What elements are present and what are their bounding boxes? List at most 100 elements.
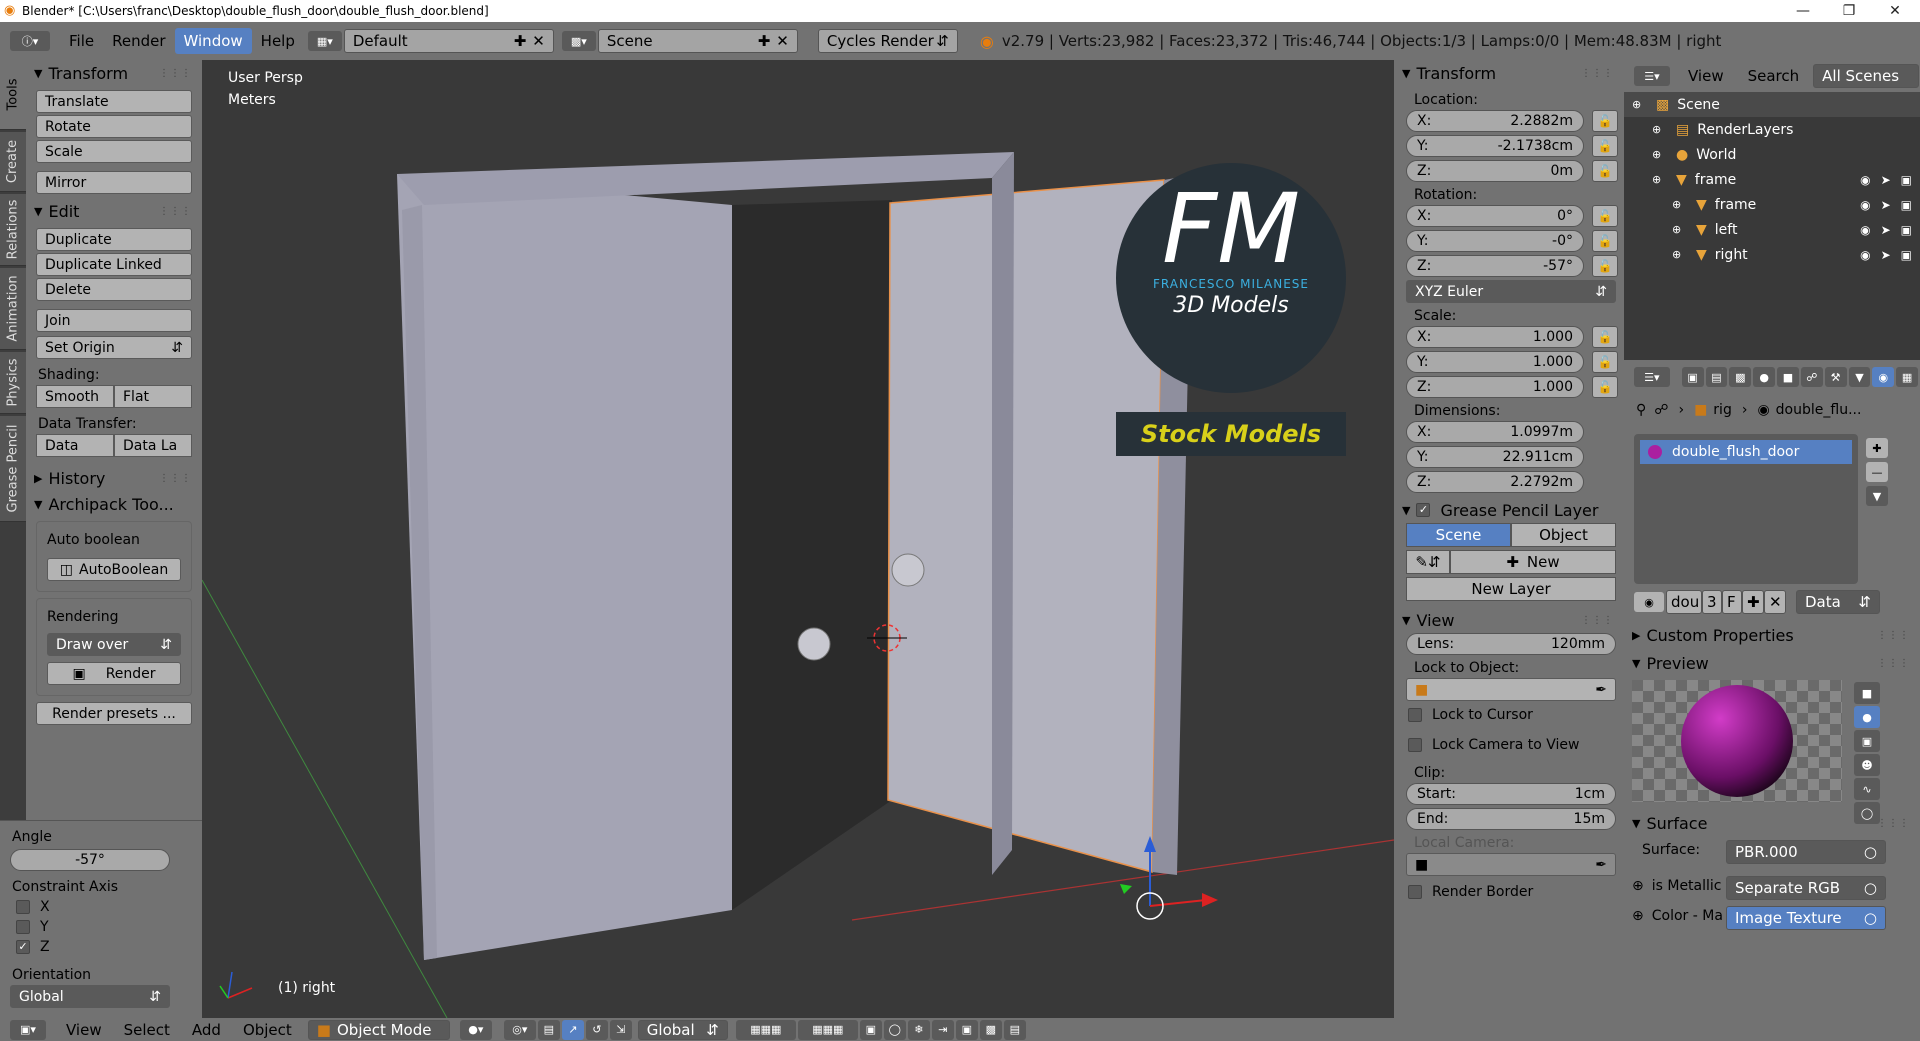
grip-icon[interactable]: ⋮⋮⋮	[1877, 658, 1910, 669]
location-y-field[interactable]: Y: -2.1738cm	[1406, 135, 1584, 157]
world-tab-icon[interactable]: ●	[1753, 367, 1776, 387]
grip-icon[interactable]: ⋮⋮⋮	[159, 206, 192, 217]
grip-icon[interactable]: ⋮⋮⋮	[1877, 630, 1910, 641]
grip-icon[interactable]: ⋮⋮⋮	[159, 68, 192, 79]
gp-scene-toggle[interactable]: Scene	[1406, 523, 1511, 547]
selectable-cursor-icon[interactable]: ➤	[1881, 248, 1891, 262]
outliner-item[interactable]: ⊕ ● World	[1624, 142, 1920, 167]
dimension-z-field[interactable]: Z: 2.2792m	[1406, 471, 1584, 493]
hair-preview-icon[interactable]: ∿	[1854, 778, 1880, 800]
tab-grease-pencil[interactable]: Grease Pencil	[0, 416, 26, 522]
angle-field[interactable]: -57°	[10, 849, 170, 871]
cube-preview-icon[interactable]: ▣	[1854, 730, 1880, 752]
is-metallic-select[interactable]: Separate RGB ○	[1726, 876, 1886, 900]
grip-icon[interactable]: ⋮⋮⋮	[159, 473, 192, 484]
rotate-manipulator-icon[interactable]: ↺	[585, 1019, 608, 1040]
checkbox-icon[interactable]	[16, 920, 30, 934]
constraint-x-checkbox[interactable]: X	[0, 897, 202, 917]
expand-toggle-icon[interactable]: ⊕	[1672, 223, 1688, 236]
unlink-material-icon[interactable]: ✕	[1764, 590, 1786, 614]
scale-button[interactable]: Scale	[36, 140, 192, 163]
maximize-button[interactable]: ❐	[1826, 0, 1872, 22]
select-menu[interactable]: Select	[124, 1021, 170, 1039]
local-camera-field[interactable]: ■ ✒	[1406, 853, 1616, 876]
lock-icon[interactable]: 🔓	[1592, 376, 1618, 398]
snap-element-icon[interactable]: ⇥	[931, 1019, 954, 1040]
rotation-x-field[interactable]: X: 0°	[1406, 205, 1584, 227]
history-panel-header[interactable]: ▶ History ⋮⋮⋮	[26, 465, 202, 491]
add-slot-icon[interactable]: ✚	[1866, 438, 1888, 458]
expand-toggle-icon[interactable]: ⊕	[1672, 198, 1688, 211]
expand-toggle-icon[interactable]: ⊕	[1652, 173, 1668, 186]
render-border-checkbox[interactable]: Render Border	[1394, 882, 1624, 902]
custom-properties-header[interactable]: ▶ Custom Properties ⋮⋮⋮	[1624, 622, 1920, 648]
lock-icon[interactable]: 🔓	[1592, 160, 1618, 182]
visibility-eye-icon[interactable]: ◉	[1860, 173, 1870, 187]
menu-help[interactable]: Help	[252, 28, 304, 54]
lock-camera-checkbox[interactable]: Lock Camera to View	[1394, 735, 1624, 755]
lock-icon[interactable]: 🔓	[1592, 205, 1618, 227]
add-scene-icon[interactable]: ✚	[758, 32, 771, 50]
clip-start-field[interactable]: Start: 1cm	[1406, 783, 1616, 805]
lock-object-field[interactable]: ■ ✒	[1406, 678, 1616, 701]
flat-preview-icon[interactable]: ■	[1854, 682, 1880, 704]
location-z-field[interactable]: Z: 0m	[1406, 160, 1584, 182]
eyedropper-icon[interactable]: ✒	[1595, 682, 1607, 698]
gp-new-button[interactable]: ✚ New	[1450, 550, 1616, 574]
eyedropper-icon[interactable]: ✒	[1595, 857, 1607, 873]
lock-icon[interactable]: 🔓	[1592, 135, 1618, 157]
scene-icon[interactable]: ▩▾	[561, 31, 596, 51]
outliner-item[interactable]: ⊕ ▼ frame ◉ ➤ ▣	[1624, 167, 1920, 192]
outliner-item[interactable]: ⊕ ▤ RenderLayers	[1624, 117, 1920, 142]
modifiers-tab-icon[interactable]: ⚒	[1824, 367, 1847, 387]
outliner-search-menu[interactable]: Search	[1748, 67, 1800, 85]
archipack-panel-header[interactable]: ▼ Archipack Too...	[26, 491, 202, 517]
menu-render[interactable]: Render	[103, 28, 174, 54]
close-button[interactable]: ✕	[1872, 0, 1918, 22]
lock-to-cursor-checkbox[interactable]: Lock to Cursor	[1394, 705, 1624, 725]
fake-user-toggle[interactable]: F	[1722, 590, 1742, 614]
layers-tab-icon[interactable]: ▤	[1705, 367, 1728, 387]
editor-type-3dview-icon[interactable]: ▣▾	[10, 1019, 46, 1040]
menu-window[interactable]: Window	[174, 28, 252, 54]
object-menu[interactable]: Object	[243, 1021, 292, 1039]
material-tab-icon[interactable]: ◉	[1872, 367, 1895, 387]
gp-new-layer-button[interactable]: New Layer	[1406, 577, 1616, 601]
scale-manipulator-icon[interactable]: ⇲	[609, 1019, 632, 1040]
checkmark-icon[interactable]: ✓	[16, 940, 30, 954]
render-camera-icon[interactable]: ▣	[1901, 198, 1912, 212]
dimension-x-field[interactable]: X: 1.0997m	[1406, 421, 1584, 443]
scene-tab-icon[interactable]: ▩	[1729, 367, 1752, 387]
viewport-shading-icon[interactable]: ●▾	[459, 1019, 492, 1040]
outliner-editor-icon[interactable]: ☰▾	[1634, 66, 1670, 86]
pin-icon[interactable]: ⚲	[1636, 402, 1646, 418]
render-engine-select[interactable]: Cycles Render ⇵	[817, 29, 958, 53]
preview-header[interactable]: ▼ Preview ⋮⋮⋮	[1624, 650, 1920, 676]
remove-slot-icon[interactable]: —	[1866, 462, 1888, 482]
render-camera-icon[interactable]: ▣	[1901, 248, 1912, 262]
mirror-button[interactable]: Mirror	[36, 171, 192, 194]
editor-type-info-icon[interactable]: ⓘ▾	[10, 31, 50, 51]
translate-manipulator-icon[interactable]: ↗	[561, 1019, 584, 1040]
selectable-cursor-icon[interactable]: ➤	[1881, 173, 1891, 187]
expand-toggle-icon[interactable]: ⊕	[1672, 248, 1688, 261]
screen-layout-field[interactable]: Default ✚ ✕	[343, 29, 554, 53]
pencil-icon[interactable]: ✎⇵	[1406, 550, 1450, 574]
visibility-eye-icon[interactable]: ◉	[1860, 248, 1870, 262]
rotate-button[interactable]: Rotate	[36, 115, 192, 138]
remove-layout-icon[interactable]: ✕	[532, 32, 545, 50]
screen-layout-icon[interactable]: ▦▾	[307, 31, 342, 51]
lock-layers-icon[interactable]: ▣	[859, 1019, 882, 1040]
color-map-select[interactable]: Image Texture ○	[1726, 906, 1886, 930]
render-camera-icon[interactable]: ▣	[1901, 173, 1912, 187]
outliner-view-menu[interactable]: View	[1688, 67, 1724, 85]
constraint-y-checkbox[interactable]: Y	[0, 917, 202, 937]
scale-z-field[interactable]: Z: 1.000	[1406, 376, 1584, 398]
render-camera-icon[interactable]: ▣	[1901, 223, 1912, 237]
view-menu[interactable]: View	[66, 1021, 102, 1039]
tab-tools[interactable]: Tools	[0, 60, 26, 130]
slot-menu-icon[interactable]: ▼	[1866, 486, 1888, 506]
material-slot-list[interactable]: double_flush_door	[1634, 434, 1858, 584]
material-browse-icon[interactable]: ◉	[1634, 592, 1664, 612]
selectable-cursor-icon[interactable]: ➤	[1881, 223, 1891, 237]
